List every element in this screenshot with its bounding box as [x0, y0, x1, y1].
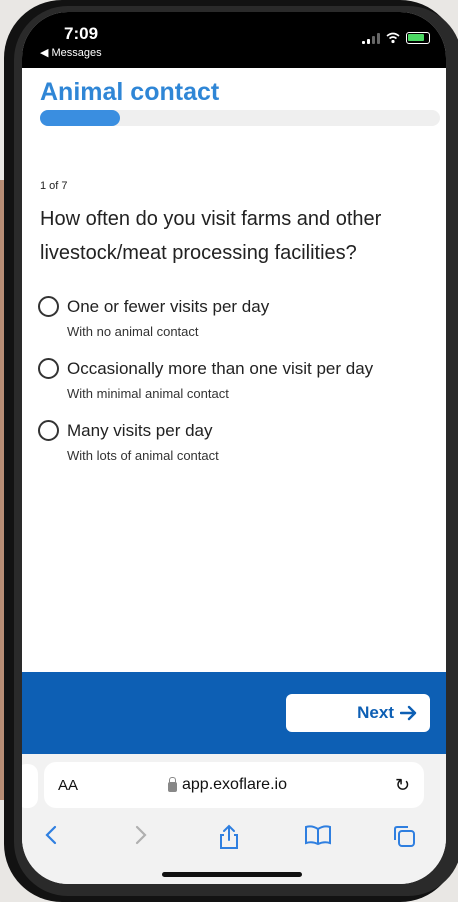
- reload-icon[interactable]: ↻: [395, 775, 410, 796]
- forward-icon[interactable]: [134, 824, 148, 846]
- option-description: With lots of animal contact: [67, 448, 219, 463]
- notch: [134, 12, 344, 42]
- radio-icon[interactable]: [38, 296, 59, 317]
- option-many-visits[interactable]: Many visits per day With lots of animal …: [38, 420, 438, 482]
- browser-toolbar: [22, 824, 446, 854]
- home-indicator: [162, 872, 302, 877]
- page-title: Animal contact: [40, 78, 220, 106]
- option-label: Occasionally more than one visit per day: [67, 359, 374, 378]
- signal-icon: [362, 32, 380, 44]
- progress-bar: [40, 110, 440, 126]
- next-button-label: Next: [357, 703, 394, 722]
- browser-chrome: AA app.exoflare.io ↻: [22, 754, 446, 884]
- footer-bar: Next: [22, 672, 446, 754]
- option-description: With minimal animal contact: [67, 386, 229, 401]
- tabs-icon[interactable]: [392, 824, 416, 848]
- option-one-or-fewer[interactable]: One or fewer visits per day With no anim…: [38, 296, 438, 358]
- arrow-right-icon: [400, 705, 417, 721]
- radio-icon[interactable]: [38, 358, 59, 379]
- answer-options: One or fewer visits per day With no anim…: [38, 296, 438, 482]
- wifi-icon: [386, 32, 400, 44]
- status-bar: 7:09 ◀ Messages: [22, 12, 446, 68]
- back-icon[interactable]: [44, 824, 58, 846]
- question-text: How often do you visit farms and other l…: [40, 208, 382, 264]
- next-button[interactable]: Next: [286, 694, 430, 732]
- screen: 7:09 ◀ Messages Animal contact 1 of 7 Ho…: [22, 12, 446, 884]
- step-counter: 1 of 7: [40, 180, 68, 192]
- reader-aa-button[interactable]: AA: [58, 777, 78, 794]
- url-text: app.exoflare.io: [182, 776, 287, 793]
- bookmarks-icon[interactable]: [304, 824, 332, 846]
- option-label: One or fewer visits per day: [67, 297, 270, 316]
- option-occasionally-more[interactable]: Occasionally more than one visit per day…: [38, 358, 438, 420]
- clock: 7:09: [64, 24, 99, 43]
- previous-tab-edge[interactable]: [22, 764, 38, 808]
- radio-icon[interactable]: [38, 420, 59, 441]
- lock-icon: [168, 776, 177, 792]
- status-icons: [362, 32, 430, 44]
- share-icon[interactable]: [218, 824, 240, 850]
- option-description: With no animal contact: [67, 324, 199, 339]
- battery-icon: [406, 32, 430, 44]
- url-display[interactable]: app.exoflare.io: [168, 776, 287, 794]
- survey-content: Animal contact 1 of 7 How often do you v…: [22, 68, 446, 668]
- address-bar[interactable]: AA app.exoflare.io ↻: [44, 762, 424, 808]
- option-label: Many visits per day: [67, 421, 213, 440]
- progress-fill: [40, 110, 120, 126]
- back-to-messages-link[interactable]: ◀ Messages: [40, 46, 102, 59]
